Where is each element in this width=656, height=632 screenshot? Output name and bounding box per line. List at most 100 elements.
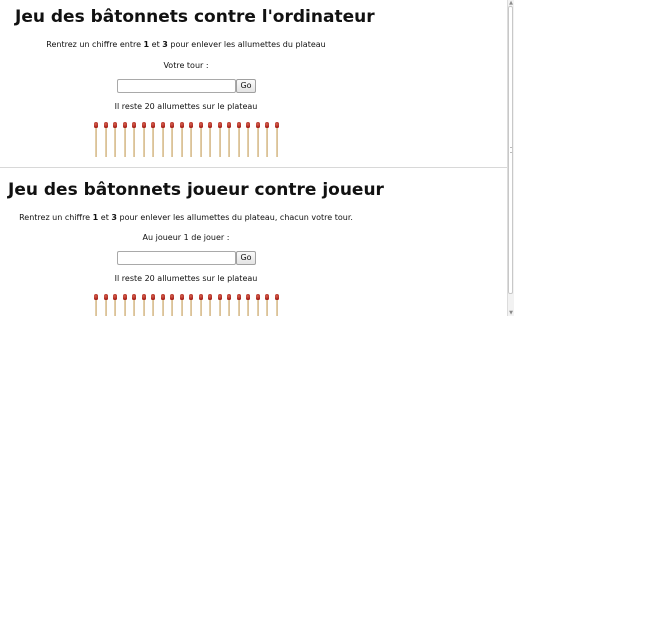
pvp-game-section: Jeu des bâtonnets joueur contre joueur R… [0, 168, 507, 316]
match-stick [208, 127, 211, 157]
instruction-part: et [149, 40, 163, 49]
match-head [245, 294, 250, 300]
match-icon [179, 122, 184, 157]
instruction-text: Rentrez un chiffre 1 et 3 pour enlever l… [0, 213, 372, 222]
match-stick [227, 127, 230, 157]
match-icon [255, 294, 260, 316]
match-stick [275, 299, 278, 316]
match-head [160, 122, 165, 128]
match-icon [245, 294, 250, 316]
match-icon [93, 294, 98, 316]
match-stick [275, 127, 278, 157]
match-head [141, 294, 146, 300]
match-head [264, 294, 269, 300]
instruction-text: Rentrez un chiffre entre 1 et 3 pour enl… [0, 40, 372, 49]
match-icon [245, 122, 250, 157]
match-head [274, 122, 279, 128]
match-icon [160, 294, 165, 316]
section-title: Jeu des bâtonnets contre l'ordinateur [15, 7, 375, 27]
turn-label: Votre tour : [163, 61, 209, 70]
match-stick [237, 299, 240, 316]
match-stick [189, 127, 192, 157]
match-stick [256, 127, 259, 157]
match-icon [103, 122, 108, 157]
match-stick [227, 299, 230, 316]
go-button[interactable]: Go [236, 79, 256, 93]
match-head [217, 122, 222, 128]
match-head [103, 294, 108, 300]
match-stick [161, 299, 164, 316]
scrollbar-grip [510, 147, 512, 153]
match-icon [217, 122, 222, 157]
match-head [198, 122, 203, 128]
match-stick [208, 299, 211, 316]
match-head [112, 122, 117, 128]
game-frame: Jeu des bâtonnets contre l'ordinateur Re… [0, 0, 507, 316]
match-icon [274, 122, 279, 157]
match-stick [189, 299, 192, 316]
instruction-part: pour enlever les allumettes du plateau, … [116, 213, 353, 222]
match-stick [199, 299, 202, 316]
match-stick [113, 127, 116, 157]
match-icon [264, 122, 269, 157]
match-head [226, 294, 231, 300]
match-icon [226, 122, 231, 157]
match-head [122, 294, 127, 300]
match-head [188, 294, 193, 300]
match-stick [218, 127, 221, 157]
match-head [150, 122, 155, 128]
match-head [179, 294, 184, 300]
vertical-scrollbar[interactable]: ▲ ▼ [507, 0, 514, 316]
match-head [207, 122, 212, 128]
match-stick [246, 127, 249, 157]
match-stick [170, 127, 173, 157]
section-title: Jeu des bâtonnets joueur contre joueur [8, 180, 384, 200]
match-icon [141, 294, 146, 316]
scroll-down-arrow-icon[interactable]: ▼ [508, 310, 514, 316]
match-stick [142, 299, 145, 316]
match-icon [150, 294, 155, 316]
instruction-part: et [98, 213, 112, 222]
match-head [131, 122, 136, 128]
match-stick [104, 299, 107, 316]
match-icon [169, 294, 174, 316]
match-head [255, 294, 260, 300]
match-head [93, 122, 98, 128]
remaining-count-text: Il reste 20 allumettes sur le plateau [114, 102, 258, 111]
go-button[interactable]: Go [236, 251, 256, 265]
scrollbar-thumb[interactable] [508, 6, 513, 294]
match-icon [274, 294, 279, 316]
match-icon [188, 122, 193, 157]
match-stick [199, 127, 202, 157]
matches-board [93, 294, 283, 316]
remaining-count-text: Il reste 20 allumettes sur le plateau [114, 274, 258, 283]
match-head [245, 122, 250, 128]
match-head [207, 294, 212, 300]
match-icon [122, 122, 127, 157]
match-head [217, 294, 222, 300]
match-icon [169, 122, 174, 157]
match-stick [265, 127, 268, 157]
match-stick [142, 127, 145, 157]
match-head [141, 122, 146, 128]
computer-game-section: Jeu des bâtonnets contre l'ordinateur Re… [0, 0, 507, 167]
match-stick [132, 299, 135, 316]
matches-board [93, 122, 283, 158]
move-input[interactable] [117, 251, 236, 265]
match-head [255, 122, 260, 128]
match-head [122, 122, 127, 128]
match-icon [131, 122, 136, 157]
turn-label: Au joueur 1 de jouer : [142, 233, 230, 242]
match-icon [198, 122, 203, 157]
match-icon [160, 122, 165, 157]
match-stick [161, 127, 164, 157]
match-stick [218, 299, 221, 316]
match-stick [180, 127, 183, 157]
match-stick [113, 299, 116, 316]
instruction-part: Rentrez un chiffre [19, 213, 93, 222]
instruction-part: Rentrez un chiffre entre [46, 40, 144, 49]
match-stick [237, 127, 240, 157]
move-input[interactable] [117, 79, 236, 93]
match-head [150, 294, 155, 300]
match-head [93, 294, 98, 300]
